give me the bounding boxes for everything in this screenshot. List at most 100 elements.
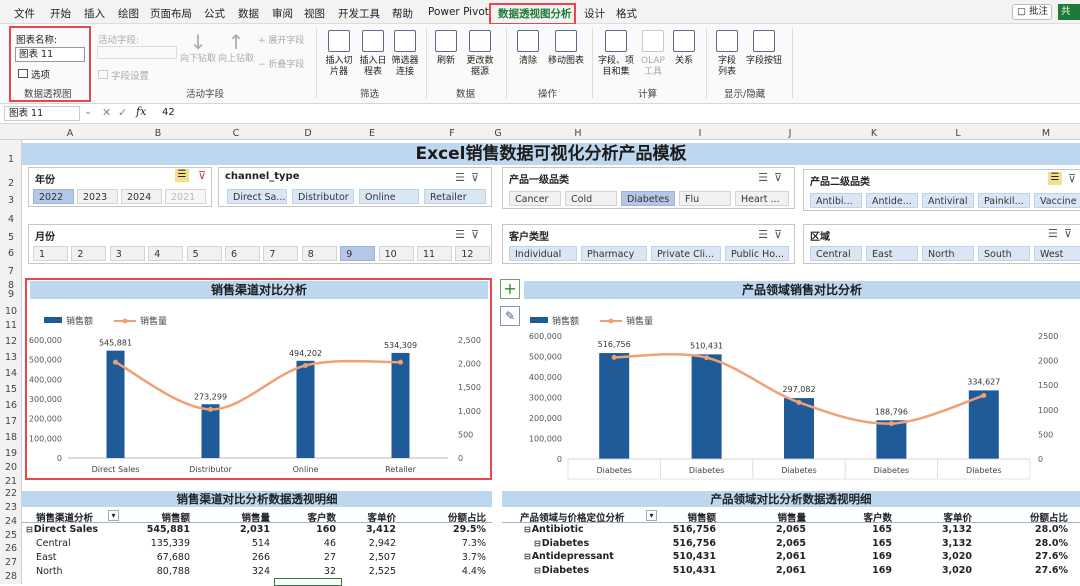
slicer-item[interactable]: 7 [263, 246, 299, 261]
slicer-item[interactable]: East [866, 246, 918, 261]
column-header[interactable]: J [780, 128, 800, 139]
tab-format[interactable]: 格式 [616, 6, 637, 21]
slicer-item[interactable]: Direct Sa... [227, 189, 287, 204]
slicer-category1[interactable]: 产品一级品类 ☰⊽ Cancer Cold Diabetes Flu Heart… [502, 167, 795, 209]
name-box[interactable]: 图表 11 [4, 106, 80, 121]
slicer-item[interactable]: Cancer [509, 191, 561, 206]
tab-review[interactable]: 审阅 [272, 6, 293, 21]
table-cell[interactable]: 516,756 [664, 538, 716, 549]
tab-view[interactable]: 视图 [304, 6, 325, 21]
row-header[interactable]: 22 [0, 488, 22, 499]
table-cell[interactable]: 169 [846, 551, 892, 562]
column-header[interactable]: E [362, 128, 382, 139]
slicer-item[interactable]: 3 [109, 246, 145, 261]
table-cell[interactable]: 135,339 [130, 538, 190, 549]
add-chart-element-button[interactable]: + [500, 279, 520, 299]
row-label[interactable]: ⊟Antidepressant [524, 551, 614, 562]
slicer-item[interactable]: 2 [71, 246, 107, 261]
row-header[interactable]: 10 [0, 306, 22, 317]
table-cell[interactable]: 67,680 [130, 552, 190, 563]
column-header[interactable]: A [60, 128, 80, 139]
row-header[interactable]: 14 [0, 368, 22, 379]
slicer-item[interactable]: Private Cli... [651, 246, 721, 261]
insert-slicer-button[interactable]: 插入切片器 [322, 30, 356, 78]
table-cell[interactable]: 3.7% [420, 552, 486, 563]
table-cell[interactable]: 510,431 [664, 551, 716, 562]
row-header[interactable]: 17 [0, 416, 22, 427]
expand-field-button[interactable]: + 展开字段 [258, 36, 304, 47]
row-label[interactable]: ⊟Antibiotic [524, 524, 584, 535]
slicer-item[interactable]: 6 [225, 246, 260, 261]
name-box-dropdown-icon[interactable]: ⌄ [84, 106, 92, 117]
active-field-input[interactable] [97, 46, 177, 59]
table-cell[interactable]: 324 [220, 566, 270, 577]
column-header[interactable]: D [298, 128, 318, 139]
fields-items-sets-button[interactable]: 字段、项目和集 [596, 30, 636, 78]
table-cell[interactable]: 80,788 [130, 566, 190, 577]
table-cell[interactable]: 2,031 [220, 524, 270, 535]
row-header[interactable]: 24 [0, 516, 22, 527]
table-cell[interactable]: 545,881 [130, 524, 190, 535]
fx-icon[interactable]: fx [136, 105, 146, 118]
table-cell[interactable]: 27 [290, 552, 336, 563]
table-cell[interactable]: 46 [290, 538, 336, 549]
slicer-item[interactable]: 2021 [165, 189, 206, 204]
slicer-item[interactable]: 2022 [33, 189, 74, 204]
column-header[interactable]: H [568, 128, 588, 139]
tab-data[interactable]: 数据 [238, 6, 259, 21]
tab-home[interactable]: 开始 [50, 6, 71, 21]
table-cell[interactable]: 3,132 [926, 524, 972, 535]
multi-select-icon[interactable]: ☰⊽ [455, 171, 485, 184]
slicer-item[interactable]: Antibi... [810, 193, 862, 208]
row-header[interactable]: 6 [0, 248, 22, 259]
clear-filter-icon[interactable]: ⊽ [198, 169, 206, 182]
slicer-item[interactable]: Retailer [424, 189, 486, 204]
row-header[interactable]: 16 [0, 400, 22, 411]
slicer-item[interactable]: 1 [33, 246, 68, 261]
table-cell[interactable]: 2,942 [350, 538, 396, 549]
filter-dropdown-icon[interactable]: ▾ [108, 510, 119, 521]
tab-developer[interactable]: 开发工具 [338, 6, 380, 21]
row-label[interactable]: East [36, 552, 57, 563]
slicer-item[interactable]: Flu [679, 191, 731, 206]
row-label[interactable]: ⊟Diabetes [534, 538, 589, 549]
filter-dropdown-icon[interactable]: ▾ [646, 510, 657, 521]
table-cell[interactable]: 160 [290, 524, 336, 535]
field-buttons-button[interactable]: 字段按钮 [744, 30, 784, 67]
collapse-icon[interactable]: ⊟ [26, 525, 33, 534]
row-header[interactable]: 27 [0, 557, 22, 568]
row-header[interactable]: 9 [0, 289, 22, 300]
slicer-month[interactable]: 月份 ☰⊽ 1 2 3 4 5 6 7 8 9 10 11 12 [28, 224, 492, 264]
column-header[interactable]: K [864, 128, 884, 139]
row-label[interactable]: Central [36, 538, 71, 549]
active-cell[interactable] [274, 578, 342, 586]
row-header[interactable]: 3 [0, 195, 22, 206]
row-header[interactable]: 1 [0, 154, 22, 165]
column-header[interactable]: B [148, 128, 168, 139]
slicer-item[interactable]: Diabetes [621, 191, 675, 206]
tab-draw[interactable]: 绘图 [118, 6, 139, 21]
collapse-icon[interactable]: ⊟ [524, 525, 531, 534]
row-header[interactable]: 2 [0, 178, 22, 189]
slicer-item[interactable]: Painkil... [978, 193, 1030, 208]
drill-up-button[interactable]: ↑ 向上钻取 [218, 30, 254, 65]
table-cell[interactable]: 165 [846, 524, 892, 535]
collapse-icon[interactable]: ⊟ [524, 552, 531, 561]
tab-design[interactable]: 设计 [584, 6, 605, 21]
table-cell[interactable]: 2,061 [760, 551, 806, 562]
row-header[interactable]: 20 [0, 462, 22, 473]
row-header[interactable]: 5 [0, 232, 22, 243]
filter-connections-button[interactable]: 筛选器连接 [388, 30, 422, 78]
tab-file[interactable]: 文件 [14, 6, 35, 21]
table-cell[interactable]: 4.4% [420, 566, 486, 577]
cancel-icon[interactable]: ✕ [102, 106, 111, 119]
column-header[interactable]: F [442, 128, 462, 139]
slicer-customer[interactable]: 客户类型 ☰⊽ Individual Pharmacy Private Cli.… [502, 224, 795, 264]
tab-formulas[interactable]: 公式 [204, 6, 225, 21]
table-cell[interactable]: 169 [846, 565, 892, 576]
change-source-button[interactable]: 更改数据源 [462, 30, 498, 78]
clear-button[interactable]: 清除 [512, 30, 544, 67]
slicer-item[interactable]: 2024 [121, 189, 162, 204]
slicer-item[interactable]: Heart ... [735, 191, 789, 206]
multi-select-icon[interactable]: ☰ [1048, 172, 1062, 185]
